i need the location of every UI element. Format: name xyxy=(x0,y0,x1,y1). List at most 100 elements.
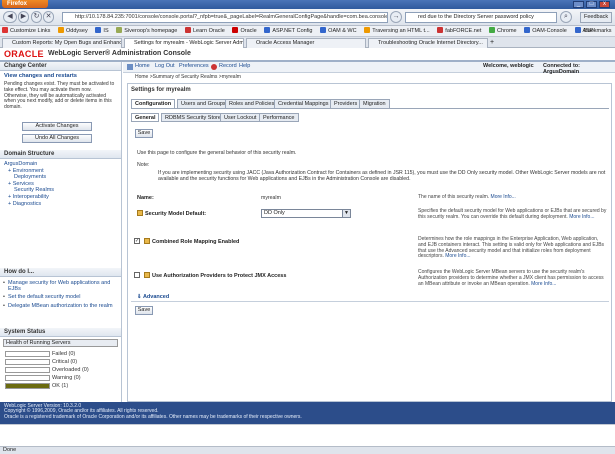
back-button[interactable]: ◀ xyxy=(3,11,17,23)
tab-divider xyxy=(131,108,609,109)
tab-users-groups[interactable]: Users and Groups xyxy=(177,99,230,108)
combined-role-checkbox[interactable]: ✓ xyxy=(134,238,140,244)
tree-item-diagnostics[interactable]: + Diagnostics xyxy=(0,201,121,208)
go-button[interactable]: → xyxy=(390,11,402,23)
bookmark-item[interactable]: fabFORCE.net xyxy=(435,26,485,37)
search-input[interactable]: red due to the Directory Server password… xyxy=(405,12,557,23)
bookmarks-menu[interactable]: Bookmarks xyxy=(582,26,615,37)
new-tab-button[interactable]: + xyxy=(490,38,494,47)
jmx-access-label: Use Authorization Providers to Protect J… xyxy=(144,272,286,279)
status-label-ok: OK (1) xyxy=(52,383,69,389)
console-toolbar: Home Log Out Preferences Record Help Wel… xyxy=(123,62,615,75)
bookmark-item[interactable]: ASP.NET Config xyxy=(262,26,316,37)
tree-item-environment[interactable]: + Environment xyxy=(0,168,121,175)
connected-text: Connected to: ArgusDomain xyxy=(543,63,580,75)
feedback-button[interactable]: Feedback xyxy=(580,12,612,23)
subtab-performance[interactable]: Performance xyxy=(259,113,299,122)
view-changes-link[interactable]: View changes and restarts xyxy=(0,71,121,81)
subtab-general[interactable]: General xyxy=(131,113,160,122)
subtab-rdbms[interactable]: RDBMS Security Store xyxy=(161,113,225,122)
product-title: WebLogic Server® Administration Console xyxy=(48,50,191,57)
security-model-select[interactable]: DD Only ▼ xyxy=(261,209,351,218)
howto-link-web-security[interactable]: Manage security for Web applications and… xyxy=(0,280,121,292)
bookmark-item[interactable]: Customize Links xyxy=(0,26,54,37)
trademark-text: Oracle is a registered trademark of Orac… xyxy=(4,413,302,420)
bookmark-item[interactable]: Learn Oracle xyxy=(183,26,229,37)
tree-item-interoperability[interactable]: + Interoperability xyxy=(0,194,121,201)
logout-link[interactable]: Log Out xyxy=(155,63,175,69)
note-label: Note: xyxy=(137,162,150,168)
browser-tab-active[interactable]: Settings for myrealm - WebLogic Server A… xyxy=(124,38,244,48)
url-input[interactable]: http://10.178.84.235:7001/console/consol… xyxy=(62,12,388,23)
search-icon[interactable]: ⌕ xyxy=(560,11,572,23)
domain-structure-title: Domain Structure xyxy=(0,150,121,159)
more-info-link[interactable]: More Info... xyxy=(491,194,516,200)
preferences-link[interactable]: Preferences xyxy=(179,63,209,69)
bookmark-item[interactable]: OAM & WC xyxy=(318,26,360,37)
status-bar-ok xyxy=(5,383,50,389)
health-subtitle: Health of Running Servers xyxy=(3,339,118,347)
browser-status-bar: Done xyxy=(0,446,615,454)
status-label-failed: Failed (0) xyxy=(52,351,76,357)
bookmark-item[interactable]: Oddysey xyxy=(56,26,92,37)
undo-changes-button[interactable]: Undo All Changes xyxy=(22,134,92,143)
change-center-title: Change Center xyxy=(0,62,121,71)
bookmark-item[interactable]: OAM-Console xyxy=(522,26,571,37)
name-help: The name of this security realm. More In… xyxy=(418,194,516,200)
more-info-link[interactable]: More Info... xyxy=(569,214,594,220)
home-link[interactable]: Home xyxy=(135,63,150,69)
tree-item-security-realms[interactable]: Security Realms xyxy=(0,187,121,194)
breadcrumb[interactable]: Home >Summary of Security Realms >myreal… xyxy=(135,74,241,80)
close-window-button[interactable]: x xyxy=(599,1,610,8)
browser-tab[interactable]: Troubleshooting Oracle Internet Director… xyxy=(368,38,488,48)
jmx-access-checkbox[interactable] xyxy=(134,272,140,278)
stop-button[interactable]: ✕ xyxy=(43,11,54,23)
tab-credential-mappings[interactable]: Credential Mappings xyxy=(274,99,333,108)
tab-configuration[interactable]: Configuration xyxy=(131,99,176,108)
browser-tab[interactable]: Custom Reports: My Open Bugs and Enhance… xyxy=(2,38,122,48)
tree-item-domain[interactable]: ArgusDomain xyxy=(0,161,121,168)
subtab-user-lockout[interactable]: User Lockout xyxy=(220,113,261,122)
bookmark-item[interactable]: Chrome xyxy=(487,26,521,37)
advanced-toggle[interactable]: ⇓ Advanced xyxy=(137,294,169,300)
record-link[interactable]: Record xyxy=(219,63,237,69)
oracle-logo: ORACLE xyxy=(4,49,44,59)
activate-changes-button[interactable]: Activate Changes xyxy=(22,122,92,131)
status-bar-critical xyxy=(5,359,50,365)
tab-providers[interactable]: Providers xyxy=(330,99,362,108)
help-link[interactable]: Help xyxy=(239,63,250,69)
bookmarks-toolbar: Customize Links Oddysey IS Siveroop's ho… xyxy=(0,26,615,37)
bookmark-item[interactable]: Oracle xyxy=(230,26,260,37)
more-info-link[interactable]: More Info... xyxy=(445,253,470,259)
section-divider xyxy=(131,301,609,302)
maximize-button[interactable]: □ xyxy=(586,1,597,8)
browser-tab[interactable]: Oracle Access Manager xyxy=(246,38,366,48)
more-info-link[interactable]: More Info... xyxy=(531,281,556,287)
bookmark-item[interactable]: IS xyxy=(93,26,112,37)
browser-tab-strip: Custom Reports: My Open Bugs and Enhance… xyxy=(0,37,615,48)
save-button-top[interactable]: Save xyxy=(135,129,153,138)
window-titlebar: Firefox _ □ x xyxy=(0,0,615,9)
tab-migration[interactable]: Migration xyxy=(359,99,390,108)
model-label: Security Model Default: xyxy=(137,210,206,217)
status-bar-overloaded xyxy=(5,367,50,373)
tree-item-services[interactable]: + Services xyxy=(0,181,121,188)
tree-item-deployments[interactable]: Deployments xyxy=(0,174,121,181)
minimize-button[interactable]: _ xyxy=(573,1,584,8)
howto-link-default-model[interactable]: Set the default security model xyxy=(0,294,121,300)
chevron-down-icon[interactable]: ▼ xyxy=(342,210,350,217)
howto-link-delegate-mbean[interactable]: Delegate MBean authorization to the real… xyxy=(0,303,121,309)
left-sidebar: Change Center View changes and restarts … xyxy=(0,62,122,402)
intro-text: Use this page to configure the general b… xyxy=(137,150,297,156)
bookmark-item[interactable]: Traversing an HTML t... xyxy=(362,26,433,37)
save-button-bottom[interactable]: Save xyxy=(135,306,153,315)
reload-button[interactable]: ↻ xyxy=(31,11,42,23)
bookmark-item[interactable]: Siveroop's homepage xyxy=(114,26,181,37)
firefox-menu-button[interactable]: Firefox xyxy=(2,0,48,8)
status-label-critical: Critical (0) xyxy=(52,359,78,365)
security-model-value: DD Only xyxy=(264,210,285,216)
tab-roles-policies[interactable]: Roles and Policies xyxy=(225,99,279,108)
forward-button[interactable]: ▶ xyxy=(18,11,29,23)
info-icon xyxy=(144,238,150,244)
status-text: Done xyxy=(3,447,17,453)
